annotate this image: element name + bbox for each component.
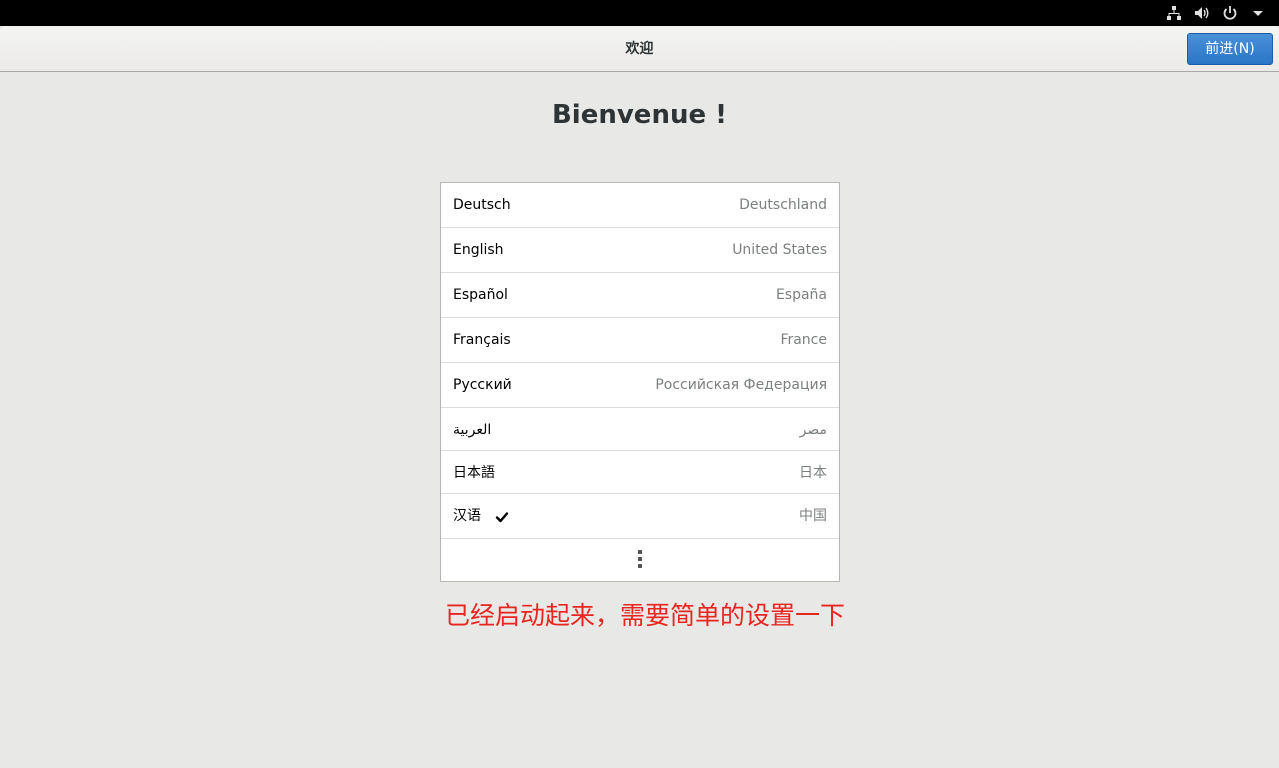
language-name: English — [453, 242, 504, 258]
next-button[interactable]: 前进(N) — [1187, 33, 1273, 65]
chevron-down-icon[interactable] — [1249, 4, 1267, 22]
language-region: Российская Федерация — [655, 377, 827, 393]
language-name: Deutsch — [453, 197, 511, 213]
volume-icon[interactable] — [1193, 4, 1211, 22]
header-bar: 欢迎 前进(N) — [0, 26, 1279, 72]
language-row-deutsch[interactable]: Deutsch Deutschland — [441, 183, 839, 228]
language-region: España — [775, 287, 827, 303]
language-row-chinese[interactable]: 汉语 中国 — [441, 494, 839, 539]
language-list: Deutsch Deutschland English United State… — [440, 182, 840, 582]
language-row-francais[interactable]: Français France — [441, 318, 839, 363]
language-row-english[interactable]: English United States — [441, 228, 839, 273]
power-icon[interactable] — [1221, 4, 1239, 22]
network-icon[interactable] — [1165, 4, 1183, 22]
language-region: مصر — [799, 422, 827, 438]
language-region: Deutschland — [739, 197, 827, 213]
page-title: 欢迎 — [625, 41, 654, 57]
language-region: 中国 — [799, 508, 827, 524]
language-row-espanol[interactable]: Español España — [441, 273, 839, 318]
more-languages-button[interactable] — [441, 539, 839, 579]
language-row-japanese[interactable]: 日本語 日本 — [441, 451, 839, 494]
language-name: Español — [453, 287, 508, 303]
language-region: United States — [732, 242, 827, 258]
language-name: 汉语 — [453, 508, 481, 524]
language-row-arabic[interactable]: العربية مصر — [441, 408, 839, 451]
top-bar — [0, 0, 1279, 26]
system-tray — [1165, 0, 1267, 26]
language-name: 日本語 — [453, 465, 495, 481]
language-region: 日本 — [799, 465, 827, 481]
checkmark-icon — [495, 512, 509, 523]
annotation-text: 已经启动起来，需要简单的设置一下 — [445, 601, 846, 630]
language-name: Русский — [453, 377, 512, 393]
language-name: Français — [453, 332, 511, 348]
language-row-russian[interactable]: Русский Российская Федерация — [441, 363, 839, 408]
language-region: France — [780, 332, 827, 348]
more-vertical-icon — [638, 550, 642, 568]
language-name: العربية — [453, 422, 492, 438]
welcome-heading: Bienvenue ! — [551, 100, 728, 130]
